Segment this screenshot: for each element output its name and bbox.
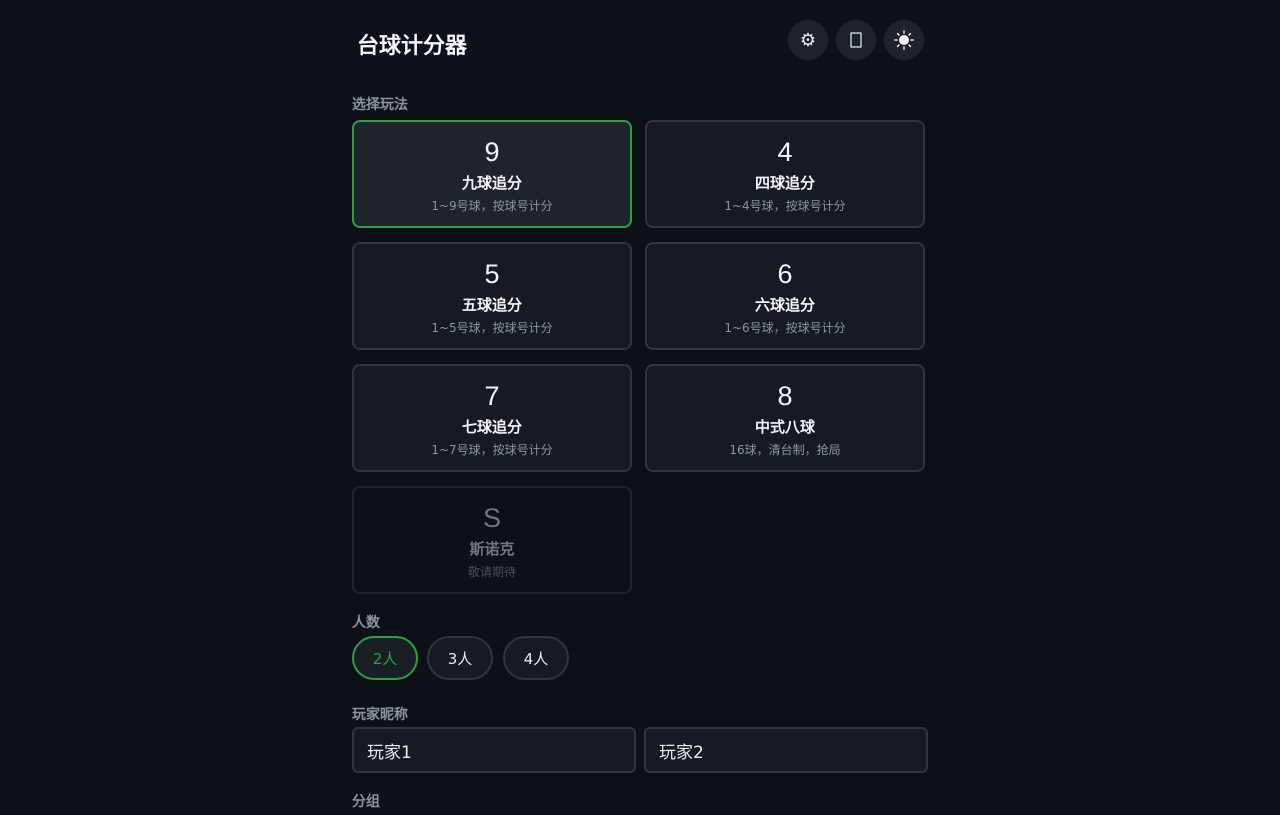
fullscreen-button[interactable] (836, 20, 876, 60)
mode-card-snooker: S 斯诺克 敬请期待 (352, 486, 632, 594)
settings-button[interactable]: ⚙ (788, 20, 828, 60)
mode-section-label: 选择玩法 (352, 97, 408, 113)
players-2-button[interactable]: 2人 (352, 636, 418, 680)
player-2-name-input[interactable] (644, 727, 928, 773)
page-title: 台球计分器 (357, 34, 468, 59)
mode-card-name: 中式八球 (754, 418, 815, 436)
mode-card-desc: 16球，清台制，抢局 (729, 443, 841, 457)
header: 台球计分器 ⚙ (352, 0, 928, 84)
mode-card-name: 四球追分 (754, 174, 815, 192)
players-3-button[interactable]: 3人 (427, 636, 493, 680)
mode-card-name: 斯诺克 (469, 540, 515, 558)
nicknames-group (352, 727, 928, 775)
sun-icon (894, 30, 914, 50)
mode-card-five-ball[interactable]: 5 五球追分 1~5号球，按球号计分 (352, 242, 632, 350)
mode-card-six-ball[interactable]: 6 六球追分 1~6号球，按球号计分 (645, 242, 925, 350)
app-container: 台球计分器 ⚙ 选择玩法 9 九球追分 1~9号球，按球号计分 4 四球追分 1… (352, 0, 928, 815)
mode-card-nine-ball[interactable]: 9 九球追分 1~9号球，按球号计分 (352, 120, 632, 228)
nicknames-label: 玩家昵称 (352, 707, 408, 723)
players-count-group: 2人 3人 4人 (352, 636, 928, 684)
mode-card-desc: 1~6号球，按球号计分 (724, 321, 846, 335)
mode-card-seven-ball[interactable]: 7 七球追分 1~7号球，按球号计分 (352, 364, 632, 472)
players-4-button[interactable]: 4人 (503, 636, 569, 680)
mode-card-number: 9 (484, 137, 500, 167)
mode-card-desc: 1~4号球，按球号计分 (724, 199, 846, 213)
mode-card-number: 8 (777, 381, 793, 411)
mode-card-number: 5 (484, 259, 500, 289)
players-count-label: 人数 (352, 615, 380, 631)
mode-card-name: 五球追分 (461, 296, 522, 314)
mode-card-chinese-eight-ball[interactable]: 8 中式八球 16球，清台制，抢局 (645, 364, 925, 472)
player-1-name-input[interactable] (352, 727, 636, 773)
gear-icon: ⚙ (799, 29, 817, 51)
mode-card-desc: 1~7号球，按球号计分 (431, 443, 553, 457)
mode-card-number: 4 (777, 137, 793, 167)
mode-card-desc: 敬请期待 (467, 565, 516, 579)
mode-card-name: 九球追分 (461, 174, 522, 192)
theme-toggle-button[interactable] (884, 20, 924, 60)
mode-card-number: S (482, 503, 501, 533)
groups-section-label: 分组 (352, 794, 380, 810)
mode-card-four-ball[interactable]: 4 四球追分 1~4号球，按球号计分 (645, 120, 925, 228)
mode-card-number: 6 (777, 259, 793, 289)
mode-card-desc: 1~5号球，按球号计分 (431, 321, 553, 335)
mode-card-desc: 1~9号球，按球号计分 (431, 199, 553, 213)
mode-card-name: 六球追分 (754, 296, 815, 314)
mode-card-number: 7 (484, 381, 500, 411)
fullscreen-icon (850, 32, 862, 48)
mode-grid: 9 九球追分 1~9号球，按球号计分 4 四球追分 1~4号球，按球号计分 5 … (352, 120, 928, 598)
mode-card-name: 七球追分 (461, 418, 522, 436)
